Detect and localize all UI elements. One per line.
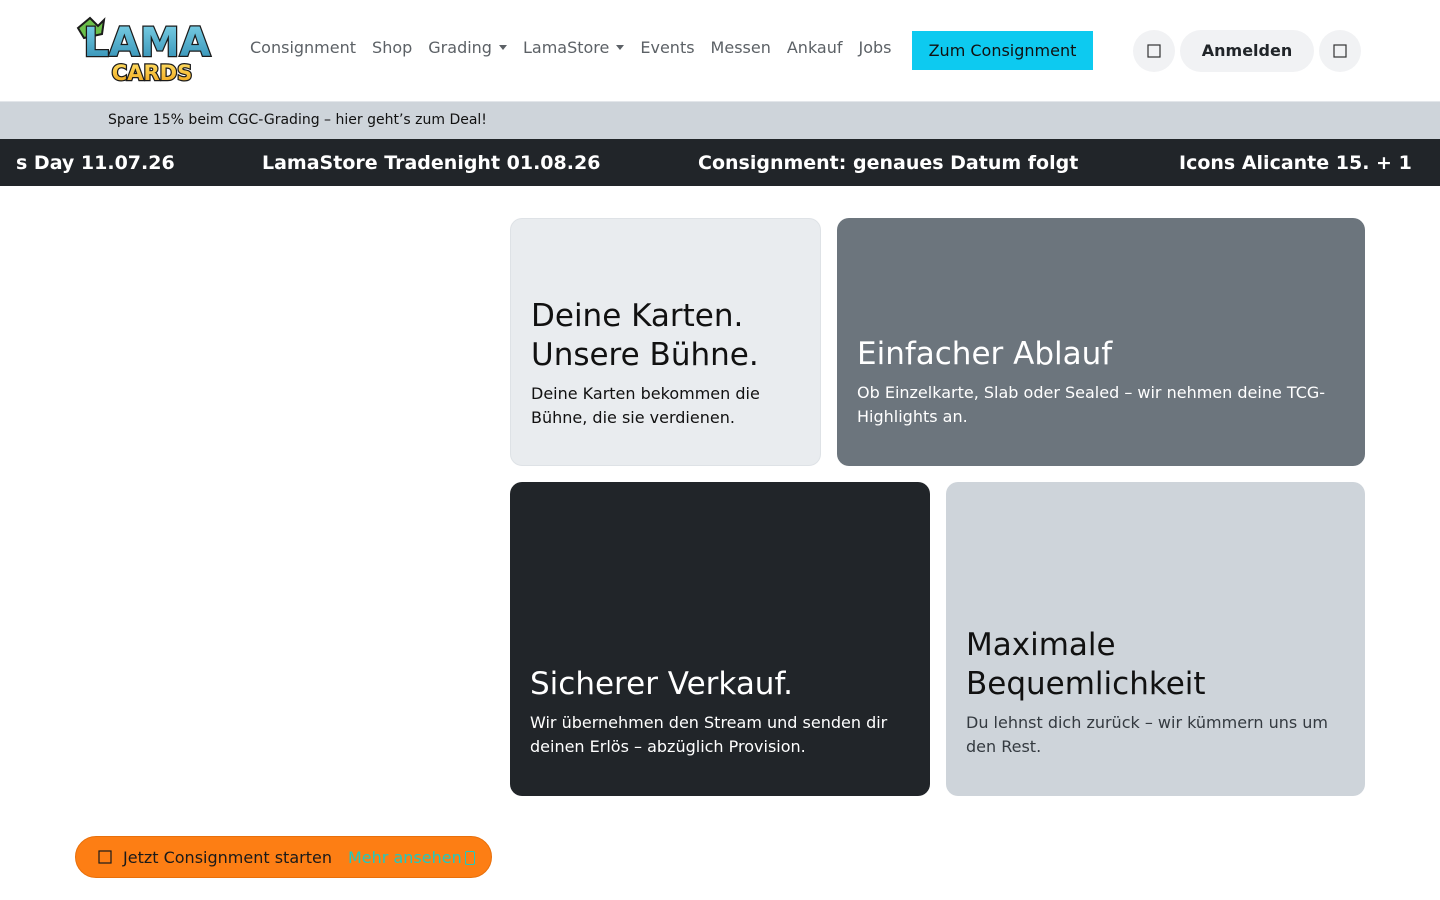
card-title: Sicherer Verkauf.: [530, 666, 793, 702]
ticker-item: s Day 11.07.26: [16, 152, 175, 174]
card-text: Deine Karten bekommen die Bühne, die sie…: [531, 384, 760, 427]
zum-consignment-button[interactable]: Zum Consignment: [912, 31, 1093, 70]
rocket-icon: [98, 850, 112, 864]
ticker-item: LamaStore Tradenight 01.08.26: [262, 152, 601, 174]
main-nav: Consignment Shop Grading LamaStore Event…: [250, 38, 908, 57]
feature-card-ablauf: Einfacher Ablauf Ob Einzelkarte, Slab od…: [837, 218, 1365, 466]
ticker-item: Consignment: genaues Datum folgt: [698, 152, 1079, 174]
nav-messen[interactable]: Messen: [711, 38, 771, 57]
cart-icon: [1333, 44, 1347, 58]
search-button[interactable]: [1133, 30, 1175, 72]
main-navbar: LAMA CARDS Consignment Shop Grading Lama…: [0, 0, 1440, 102]
promo-bar[interactable]: Spare 15% beim CGC-Grading – hier geht’s…: [0, 102, 1440, 139]
nav-jobs[interactable]: Jobs: [859, 38, 892, 57]
nav-grading[interactable]: Grading: [428, 38, 507, 57]
card-text: Wir übernehmen den Stream und senden dir…: [530, 713, 888, 756]
event-ticker: s Day 11.07.26 LamaStore Tradenight 01.0…: [0, 139, 1440, 186]
promo-text[interactable]: Spare 15% beim CGC-Grading – hier geht’s…: [108, 112, 487, 128]
search-icon: [1147, 44, 1161, 58]
floating-consignment-button[interactable]: Jetzt Consignment starten Mehr ansehen: [75, 836, 492, 878]
cart-button[interactable]: [1319, 30, 1361, 72]
nav-shop[interactable]: Shop: [372, 38, 412, 57]
feature-card-verkauf: Sicherer Verkauf. Wir übernehmen den Str…: [510, 482, 930, 796]
card-title: Maximale Bequemlichkeit: [966, 627, 1206, 702]
feature-card-bequemlichkeit: Maximale Bequemlichkeit Du lehnst dich z…: [946, 482, 1365, 796]
lama-cards-logo[interactable]: LAMA CARDS: [74, 14, 220, 88]
chevron-down-icon: [498, 45, 507, 50]
ticker-item: Icons Alicante 15. + 1: [1179, 152, 1412, 174]
nav-ankauf[interactable]: Ankauf: [787, 38, 843, 57]
feature-card-buehne: Deine Karten. Unsere Bühne. Deine Karten…: [510, 218, 821, 466]
nav-consignment[interactable]: Consignment: [250, 38, 356, 57]
login-button[interactable]: Anmelden: [1180, 30, 1314, 72]
nav-lamastore[interactable]: LamaStore: [523, 38, 625, 57]
chevron-down-icon: [616, 45, 625, 50]
logo-bottom-text: CARDS: [112, 61, 192, 85]
card-title: Einfacher Ablauf: [857, 336, 1113, 372]
card-text: Ob Einzelkarte, Slab oder Sealed – wir n…: [857, 383, 1326, 426]
logo-top-text: LAMA: [83, 20, 210, 66]
external-link-icon: [464, 851, 475, 865]
card-text: Du lehnst dich zurück – wir kümmern uns …: [966, 713, 1329, 756]
nav-events[interactable]: Events: [640, 38, 694, 57]
floating-cta-label: Jetzt Consignment starten: [123, 848, 332, 867]
card-title: Deine Karten. Unsere Bühne.: [531, 298, 759, 373]
mehr-ansehen-link[interactable]: Mehr ansehen: [348, 848, 475, 867]
